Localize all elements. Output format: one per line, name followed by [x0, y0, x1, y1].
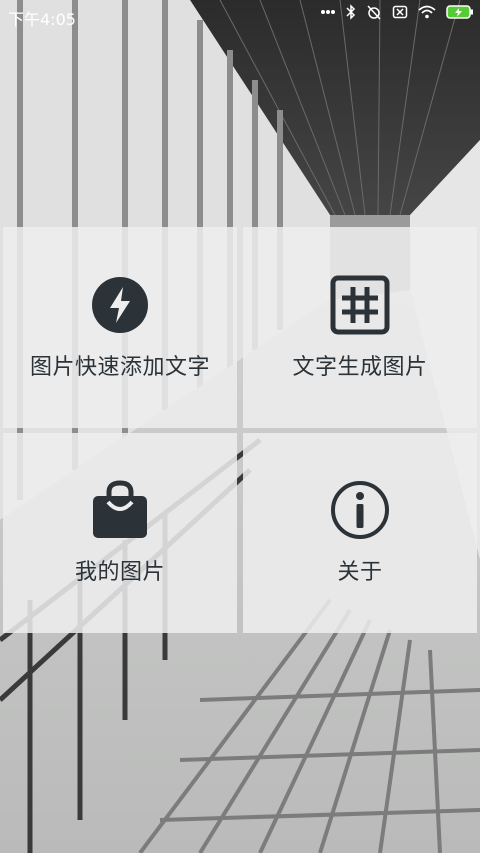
- battery-charging-icon: [446, 4, 474, 20]
- lightning-icon: [92, 276, 148, 333]
- menu-label: 关于: [337, 560, 383, 585]
- menu-add-text-to-image[interactable]: 图片快速添加文字: [3, 227, 237, 428]
- bag-icon: [93, 480, 147, 538]
- status-bar: 下午4:05: [0, 0, 480, 30]
- menu-label: 文字生成图片: [292, 354, 428, 380]
- menu-my-images[interactable]: 我的图片: [3, 433, 237, 633]
- info-icon: [331, 481, 389, 539]
- more-dots-icon: [320, 9, 336, 15]
- status-time: 下午4:05: [8, 10, 76, 29]
- status-icons: [320, 4, 474, 20]
- main-menu-grid: 图片快速添加文字 文字生成图片 我的图片 关于: [0, 227, 480, 633]
- menu-label: 我的图片: [74, 560, 165, 585]
- bluetooth-icon: [346, 4, 356, 20]
- hash-grid-icon: [330, 275, 390, 334]
- menu-about[interactable]: 关于: [243, 433, 477, 633]
- menu-label: 图片快速添加文字: [29, 354, 210, 380]
- menu-text-to-image[interactable]: 文字生成图片: [243, 227, 477, 428]
- sim-off-icon: [392, 4, 408, 20]
- wifi-icon: [418, 5, 436, 19]
- alarm-off-icon: [366, 4, 382, 20]
